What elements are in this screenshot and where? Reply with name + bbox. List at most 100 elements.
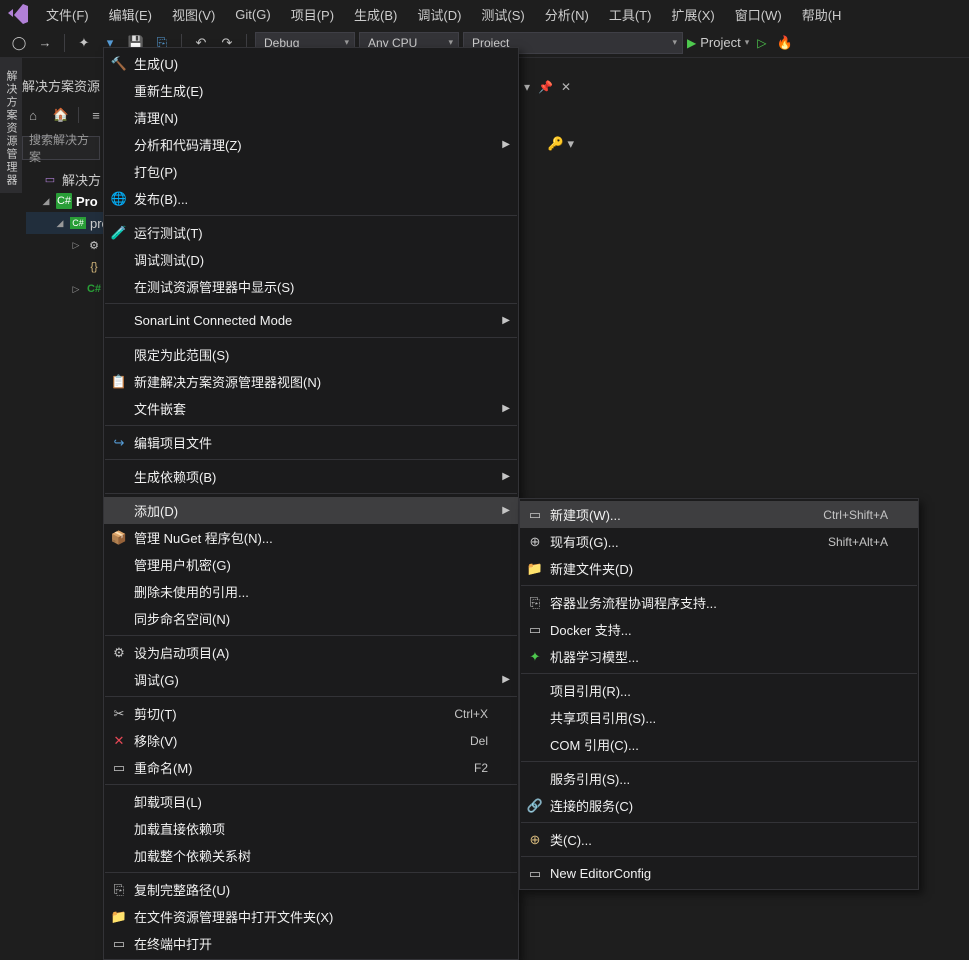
menubar-item[interactable]: 编辑(E) bbox=[99, 1, 162, 28]
menu-item[interactable]: 项目引用(R)... bbox=[520, 677, 918, 704]
menu-item[interactable]: ⎘复制完整路径(U) bbox=[104, 876, 518, 903]
menu-item[interactable]: 限定为此范围(S) bbox=[104, 341, 518, 368]
search-input[interactable]: 搜索解决方案 bbox=[22, 136, 100, 160]
pin-icon[interactable]: 📌 bbox=[538, 80, 553, 94]
menu-item[interactable]: ▭在终端中打开 bbox=[104, 930, 518, 957]
start-label[interactable]: Project bbox=[700, 35, 740, 50]
menu-label: SonarLint Connected Mode bbox=[134, 313, 488, 328]
solution-icon: ▭ bbox=[42, 171, 58, 187]
remove-icon: ✕ bbox=[104, 733, 134, 749]
menu-item[interactable]: ✕移除(V)Del bbox=[104, 727, 518, 754]
newitem-icon: ▭ bbox=[520, 507, 550, 523]
solution-explorer-tab[interactable]: 解决方案资源管理器 bbox=[0, 64, 22, 193]
menu-item[interactable]: 🧪运行测试(T) bbox=[104, 219, 518, 246]
menu-item[interactable]: 同步命名空间(N) bbox=[104, 605, 518, 632]
menubar-item[interactable]: 生成(B) bbox=[344, 1, 407, 28]
home-icon[interactable]: ⌂ bbox=[22, 104, 44, 126]
menu-item[interactable]: ⊕类(C)... bbox=[520, 826, 918, 853]
menubar-item[interactable]: 帮助(H bbox=[792, 1, 852, 28]
menu-item[interactable]: 加载整个依赖关系树 bbox=[104, 842, 518, 869]
nav-back-icon[interactable]: ◯ bbox=[8, 32, 30, 54]
menu-item[interactable]: ▭Docker 支持... bbox=[520, 616, 918, 643]
menubar-item[interactable]: 分析(N) bbox=[535, 1, 599, 28]
tree-project[interactable]: ◢ C# Pro bbox=[26, 190, 109, 212]
menu-item[interactable]: 📁新建文件夹(D) bbox=[520, 555, 918, 582]
expand-icon[interactable]: ▷ bbox=[70, 284, 82, 295]
menu-label: 剪切(T) bbox=[134, 704, 424, 723]
vs-logo-icon bbox=[6, 2, 30, 26]
menu-item[interactable]: ✂剪切(T)Ctrl+X bbox=[104, 700, 518, 727]
menu-item[interactable]: 卸载项目(L) bbox=[104, 788, 518, 815]
menu-item[interactable]: ▭New EditorConfig bbox=[520, 860, 918, 887]
menubar-item[interactable]: 项目(P) bbox=[281, 1, 344, 28]
menubar-item[interactable]: 测试(S) bbox=[471, 1, 534, 28]
menu-label: 复制完整路径(U) bbox=[134, 880, 488, 899]
menu-item[interactable]: 📋新建解决方案资源管理器视图(N) bbox=[104, 368, 518, 395]
menu-item[interactable]: ⚙设为启动项目(A) bbox=[104, 639, 518, 666]
panel-controls: ▾ 📌 ✕ bbox=[524, 80, 571, 94]
menu-item[interactable]: 在测试资源管理器中显示(S) bbox=[104, 273, 518, 300]
menu-item[interactable]: ▭重命名(M)F2 bbox=[104, 754, 518, 781]
search-options-icon[interactable]: 🔑 ▾ bbox=[548, 136, 574, 152]
existitem-icon: ⊕ bbox=[520, 534, 550, 550]
tree-dependencies[interactable]: ▷ ⚙ bbox=[26, 234, 109, 256]
hot-reload-icon[interactable]: 🔥 bbox=[776, 35, 792, 51]
menu-item[interactable]: 删除未使用的引用... bbox=[104, 578, 518, 605]
project-context-menu: 🔨生成(U) 重新生成(E) 清理(N)分析和代码清理(Z)▶打包(P)🌐发布(B)… bbox=[103, 47, 519, 960]
menu-item[interactable]: 🔗连接的服务(C) bbox=[520, 792, 918, 819]
menubar-item[interactable]: 扩展(X) bbox=[661, 1, 724, 28]
menu-item[interactable]: 🔨生成(U) bbox=[104, 50, 518, 77]
menu-label: 在文件资源管理器中打开文件夹(X) bbox=[134, 907, 488, 926]
menu-label: New EditorConfig bbox=[550, 866, 888, 881]
home2-icon[interactable]: 🏠 bbox=[50, 104, 72, 126]
menu-item[interactable]: 管理用户机密(G) bbox=[104, 551, 518, 578]
tree-cs-file[interactable]: ▷ C# bbox=[26, 278, 109, 300]
start-debug-icon[interactable]: ▶ bbox=[687, 36, 696, 50]
menubar-item[interactable]: 调试(D) bbox=[407, 1, 471, 28]
tree-item[interactable]: {} bbox=[26, 256, 109, 278]
menu-label: 管理 NuGet 程序包(N)... bbox=[134, 528, 488, 547]
menu-item[interactable]: 重新生成(E) bbox=[104, 77, 518, 104]
menu-item[interactable]: 分析和代码清理(Z)▶ bbox=[104, 131, 518, 158]
close-icon[interactable]: ✕ bbox=[561, 80, 571, 94]
dropdown-icon[interactable]: ▾ bbox=[524, 80, 530, 94]
menu-item[interactable]: 服务引用(S)... bbox=[520, 765, 918, 792]
tree-file[interactable]: ◢ C# pro bbox=[26, 212, 109, 234]
menu-label: 重新生成(E) bbox=[134, 81, 488, 100]
tree-solution[interactable]: ▭ 解决方 bbox=[26, 168, 109, 190]
menubar-item[interactable]: 窗口(W) bbox=[725, 1, 792, 28]
menu-item[interactable]: ↪编辑项目文件 bbox=[104, 429, 518, 456]
expand-icon[interactable]: ◢ bbox=[54, 218, 66, 229]
menu-item[interactable]: 📦管理 NuGet 程序包(N)... bbox=[104, 524, 518, 551]
menubar-item[interactable]: 工具(T) bbox=[599, 1, 662, 28]
expand-icon[interactable]: ▷ bbox=[70, 240, 82, 251]
expand-icon[interactable]: ◢ bbox=[40, 196, 52, 207]
menu-item[interactable]: SonarLint Connected Mode▶ bbox=[104, 307, 518, 334]
menu-item[interactable]: ✦机器学习模型... bbox=[520, 643, 918, 670]
new-icon[interactable]: ✦ bbox=[73, 32, 95, 54]
menu-item[interactable]: 共享项目引用(S)... bbox=[520, 704, 918, 731]
menubar-item[interactable]: 视图(V) bbox=[162, 1, 225, 28]
nav-fwd-icon[interactable]: → bbox=[34, 32, 56, 54]
menu-item[interactable]: ▭新建项(W)...Ctrl+Shift+A bbox=[520, 501, 918, 528]
menu-label: 新建解决方案资源管理器视图(N) bbox=[134, 372, 488, 391]
menu-item[interactable]: COM 引用(C)... bbox=[520, 731, 918, 758]
menu-item[interactable]: 📁在文件资源管理器中打开文件夹(X) bbox=[104, 903, 518, 930]
menu-item[interactable]: ⊕现有项(G)...Shift+Alt+A bbox=[520, 528, 918, 555]
start-nodbg-icon[interactable]: ▷ bbox=[757, 36, 766, 50]
menu-item[interactable]: 🌐发布(B)... bbox=[104, 185, 518, 212]
menu-item[interactable]: 添加(D)▶ bbox=[104, 497, 518, 524]
menu-item[interactable]: 调试测试(D) bbox=[104, 246, 518, 273]
menu-item[interactable]: 加载直接依赖项 bbox=[104, 815, 518, 842]
menu-item[interactable]: 调试(G)▶ bbox=[104, 666, 518, 693]
menu-item[interactable]: 生成依赖项(B)▶ bbox=[104, 463, 518, 490]
menu-label: 连接的服务(C) bbox=[550, 796, 888, 815]
menubar-item[interactable]: 文件(F) bbox=[36, 1, 99, 28]
menu-item[interactable]: 打包(P) bbox=[104, 158, 518, 185]
menubar-item[interactable]: Git(G) bbox=[225, 3, 280, 26]
menu-item[interactable]: 文件嵌套▶ bbox=[104, 395, 518, 422]
flask-icon: 🧪 bbox=[104, 225, 134, 241]
menu-item[interactable]: ⎘容器业务流程协调程序支持... bbox=[520, 589, 918, 616]
menu-item[interactable]: 清理(N) bbox=[104, 104, 518, 131]
menu-label: 在终端中打开 bbox=[134, 934, 488, 953]
